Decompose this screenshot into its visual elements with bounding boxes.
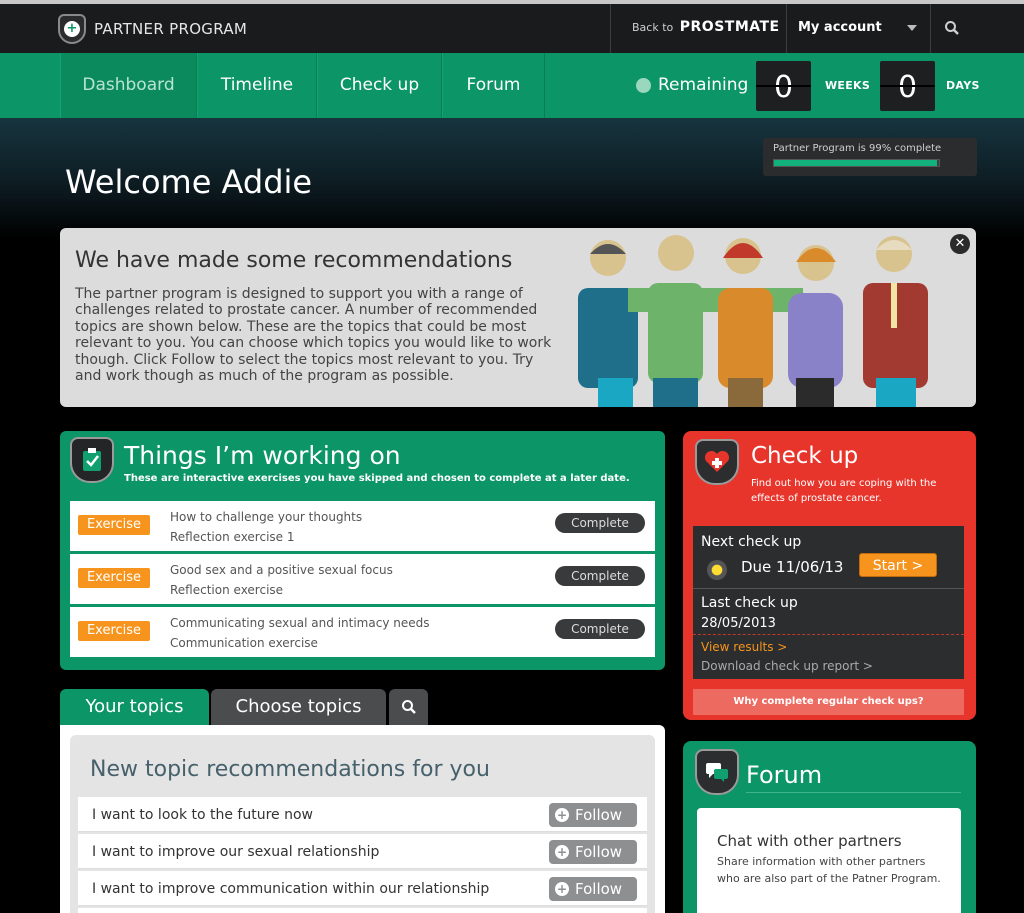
prostmate-brand: PROSTMATE	[679, 19, 780, 35]
remaining-label: Remaining	[636, 75, 748, 95]
back-prefix: Back to	[632, 21, 674, 34]
due-date: Due 11/06/13	[741, 558, 844, 576]
program-progress: Partner Program is 99% complete	[763, 138, 977, 176]
topics-title: New topic recommendations for you	[90, 757, 490, 782]
exercise-badge: Exercise	[78, 568, 150, 588]
start-button[interactable]: Start >	[859, 553, 937, 577]
exercise-subtitle: Reflection exercise 1	[170, 530, 295, 544]
follow-button[interactable]: + Follow	[549, 877, 637, 901]
topic-row-partial: +Follow	[78, 908, 647, 913]
topic-row: I want to look to the future now + Follow	[78, 797, 647, 832]
tab-search[interactable]	[389, 689, 428, 725]
view-results-link[interactable]: View results >	[701, 640, 787, 654]
logo-shield-icon: +	[58, 14, 86, 44]
nav-timeline[interactable]: Timeline	[197, 53, 317, 118]
exercise-subtitle: Reflection exercise	[170, 583, 284, 597]
last-check-up-date: 28/05/2013	[701, 616, 776, 631]
recommendations-panel: We have made some recommendations The pa…	[60, 228, 976, 407]
my-account-menu[interactable]: My account	[798, 20, 882, 35]
plus-icon: +	[555, 882, 569, 896]
search-icon	[401, 700, 416, 714]
plus-icon: +	[555, 808, 569, 822]
exercise-badge: Exercise	[78, 621, 150, 641]
exercise-row: Exercise Good sex and a positive sexual …	[70, 554, 655, 604]
complete-button[interactable]: Complete	[555, 566, 645, 586]
recommendations-body: The partner program is designed to suppo…	[75, 286, 552, 385]
working-on-title: Things I’m working on	[124, 441, 401, 470]
progress-fill	[774, 160, 938, 166]
top-bar: + PARTNER PROGRAM Back to PROSTMATE My a…	[0, 0, 1024, 53]
progress-bar	[773, 159, 940, 167]
nav-forum[interactable]: Forum	[442, 53, 545, 118]
days-label: DAYS	[946, 79, 980, 92]
close-icon[interactable]: ✕	[950, 234, 970, 254]
clock-icon	[636, 77, 651, 93]
people-illustration	[578, 235, 928, 407]
forum-title: Forum	[746, 761, 823, 789]
download-report-link[interactable]: Download check up report >	[701, 659, 873, 673]
recommendations-title: We have made some recommendations	[75, 248, 513, 273]
check-up-panel: Check up Find out how you are coping wit…	[683, 431, 976, 720]
topics-panel: New topic recommendations for you I want…	[60, 725, 665, 913]
check-up-title: Check up	[751, 443, 859, 469]
tab-your-topics[interactable]: Your topics	[60, 689, 209, 725]
chat-description: Share information with other partners wh…	[717, 855, 941, 885]
exercise-title[interactable]: How to challenge your thoughts	[170, 510, 362, 524]
complete-button[interactable]: Complete	[555, 513, 645, 533]
working-on-subtitle: These are interactive exercises you have…	[124, 473, 630, 484]
chat-card[interactable]: Chat with other partners Share informati…	[697, 808, 961, 913]
nav-check-up[interactable]: Check up	[317, 53, 442, 118]
check-up-details: Next check up Due 11/06/13 Start > Last …	[693, 526, 964, 679]
topic-label: I want to look to the future now	[92, 807, 313, 823]
topic-row: I want to improve communication within o…	[78, 871, 647, 906]
tab-choose-topics[interactable]: Choose topics	[211, 689, 386, 725]
weeks-counter: 0	[756, 61, 811, 111]
nav-dashboard[interactable]: Dashboard	[60, 53, 197, 118]
exercise-row: Exercise Communicating sexual and intima…	[70, 607, 655, 657]
search-icon[interactable]	[944, 20, 960, 40]
back-to-prostmate-link[interactable]: Back to PROSTMATE	[632, 19, 780, 35]
topic-label: I want to improve communication within o…	[92, 881, 490, 897]
days-counter: 0	[880, 61, 935, 111]
topic-label: I want to improve our sexual relationshi…	[92, 844, 380, 860]
follow-button[interactable]: + Follow	[549, 840, 637, 864]
topic-row: I want to improve our sexual relationshi…	[78, 834, 647, 869]
plus-icon: +	[555, 845, 569, 859]
check-up-subtitle: Find out how you are coping with the eff…	[751, 478, 937, 504]
chat-bubbles-icon	[695, 749, 739, 795]
logo-text: PARTNER PROGRAM	[94, 20, 248, 38]
partner-program-logo[interactable]: + PARTNER PROGRAM	[58, 14, 247, 44]
follow-button[interactable]: + Follow	[549, 803, 637, 827]
last-check-up-label: Last check up	[701, 595, 798, 611]
exercise-badge: Exercise	[78, 515, 150, 535]
next-check-up-label: Next check up	[701, 534, 802, 550]
forum-panel: Forum Chat with other partners Share inf…	[683, 741, 976, 913]
complete-button[interactable]: Complete	[555, 619, 645, 639]
weeks-label: WEEKS	[825, 79, 871, 92]
exercise-subtitle: Communication exercise	[170, 636, 318, 650]
why-check-ups-link[interactable]: Why complete regular check ups?	[693, 689, 964, 715]
clipboard-check-icon	[70, 437, 114, 483]
chat-title: Chat with other partners	[717, 832, 902, 850]
progress-text: Partner Program is 99% complete	[773, 143, 942, 154]
exercise-title[interactable]: Good sex and a positive sexual focus	[170, 563, 393, 577]
moon-icon	[707, 560, 727, 580]
caret-down-icon[interactable]	[907, 25, 917, 31]
main-nav: Dashboard Timeline Check up Forum Remain…	[0, 53, 1024, 118]
working-on-panel: Things I’m working on These are interact…	[60, 431, 665, 670]
exercise-title[interactable]: Communicating sexual and intimacy needs	[170, 616, 429, 630]
welcome-heading: Welcome Addie	[65, 163, 313, 201]
heart-cross-icon	[695, 439, 739, 485]
exercise-row: Exercise How to challenge your thoughts …	[70, 501, 655, 551]
topic-recommendations: New topic recommendations for you I want…	[70, 735, 655, 913]
